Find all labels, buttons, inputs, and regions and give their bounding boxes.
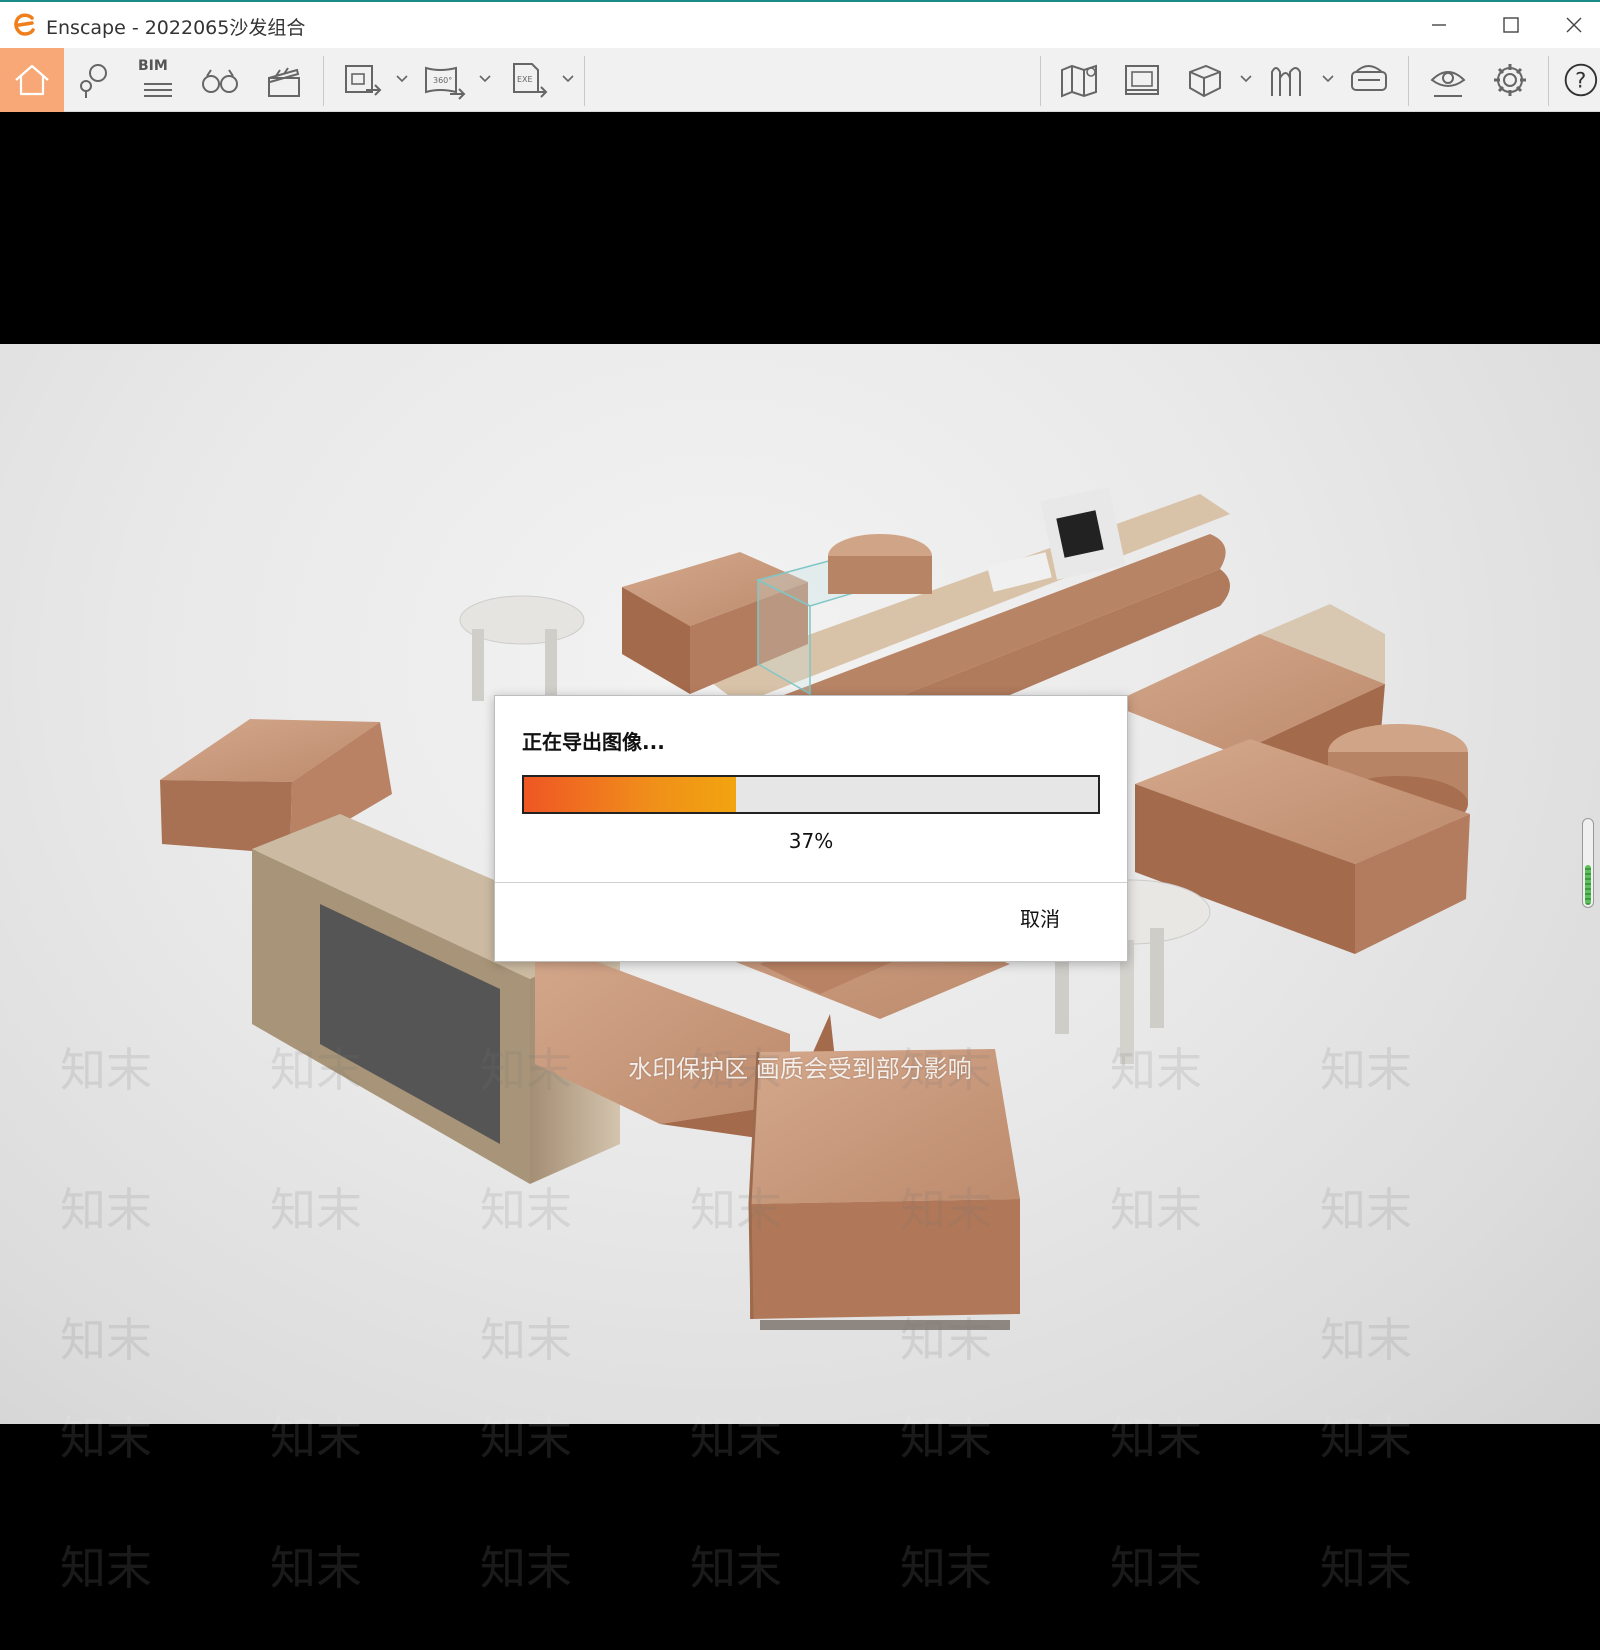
watermark-tile: 知末 xyxy=(900,1541,992,1595)
maximize-button[interactable] xyxy=(1476,2,1546,48)
close-button[interactable] xyxy=(1548,2,1600,48)
chevron-down-icon[interactable] xyxy=(1320,70,1336,86)
watermark-tile: 知末 xyxy=(480,1541,572,1595)
chevron-down-icon[interactable] xyxy=(394,70,410,86)
video-editor-button[interactable] xyxy=(256,52,312,108)
vr-headset-icon xyxy=(1351,65,1387,91)
clapperboard-icon xyxy=(268,67,300,97)
cube-icon xyxy=(1189,64,1221,98)
bim-button[interactable]: BIM xyxy=(130,52,186,108)
toolbar-separator xyxy=(1408,56,1409,106)
export-panorama-button[interactable]: 360° xyxy=(416,52,472,108)
cancel-button[interactable]: 取消 xyxy=(995,901,1085,937)
asset-library-icon xyxy=(1125,65,1159,95)
map-icon xyxy=(1061,64,1097,98)
collaborate-button[interactable] xyxy=(1260,52,1316,108)
chevron-down-icon[interactable] xyxy=(560,70,576,86)
chevron-down-icon[interactable] xyxy=(1238,70,1254,86)
vr-headset-button[interactable] xyxy=(1342,52,1398,108)
visual-settings-button[interactable] xyxy=(1420,52,1476,108)
title-bar: Enscape - 2022065沙发组合 xyxy=(0,0,1600,48)
home-icon xyxy=(15,64,49,96)
dialog-message: 正在导出图像... xyxy=(522,730,665,754)
minimize-button[interactable] xyxy=(1404,2,1474,48)
progress-percent: 37% xyxy=(788,829,834,853)
map-button[interactable] xyxy=(1052,52,1108,108)
toolbar-separator xyxy=(1040,56,1041,106)
svg-text:?: ? xyxy=(1575,69,1586,93)
export-exe-button[interactable]: EXE xyxy=(500,52,556,108)
toolbar-separator xyxy=(1548,56,1549,106)
asset-library-button[interactable] xyxy=(1114,52,1170,108)
export-progress-dialog: 正在导出图像... 37% 取消 xyxy=(494,695,1128,962)
minimize-icon xyxy=(1432,24,1446,26)
location-button[interactable] xyxy=(66,52,122,108)
svg-text:360°: 360° xyxy=(433,76,452,85)
watermark-tile: 知末 xyxy=(270,1541,362,1595)
settings-button[interactable] xyxy=(1482,52,1538,108)
enscape-logo-icon xyxy=(14,13,35,36)
slider-level-fill xyxy=(1585,865,1591,905)
maximize-icon xyxy=(1503,17,1519,33)
location-pin-icon xyxy=(80,64,107,98)
views-button[interactable] xyxy=(192,52,248,108)
help-button[interactable]: ? xyxy=(1558,52,1600,108)
collaborate-icon xyxy=(1271,67,1301,96)
binoculars-icon xyxy=(202,69,238,93)
watermark-tile: 知末 xyxy=(1110,1541,1202,1595)
export-progress-bar xyxy=(522,775,1100,814)
export-image-icon xyxy=(345,65,382,96)
watermark-tile: 知末 xyxy=(60,1541,152,1595)
gear-icon xyxy=(1494,64,1526,96)
watermark-tile: 知末 xyxy=(1320,1541,1412,1595)
watermark-tile: 知末 xyxy=(690,1541,782,1595)
home-button[interactable] xyxy=(0,48,64,112)
dialog-divider xyxy=(495,882,1127,883)
export-exe-icon: EXE xyxy=(513,63,548,98)
progress-fill xyxy=(524,777,737,812)
close-icon xyxy=(1566,17,1582,33)
main-toolbar: BIM 360° EXE ? xyxy=(0,48,1600,153)
toolbar-separator xyxy=(584,56,585,106)
eye-settings-icon xyxy=(1430,71,1466,97)
export-image-button[interactable] xyxy=(334,52,390,108)
material-editor-button[interactable] xyxy=(1176,52,1232,108)
help-icon: ? xyxy=(1564,63,1598,97)
export-panorama-icon: 360° xyxy=(425,66,466,100)
chevron-down-icon[interactable] xyxy=(477,70,493,86)
svg-text:EXE: EXE xyxy=(517,75,533,84)
toolbar-separator xyxy=(323,56,324,106)
window-title: Enscape - 2022065沙发组合 xyxy=(46,17,306,39)
bim-label: BIM xyxy=(138,58,168,74)
side-slider[interactable] xyxy=(1582,818,1594,908)
